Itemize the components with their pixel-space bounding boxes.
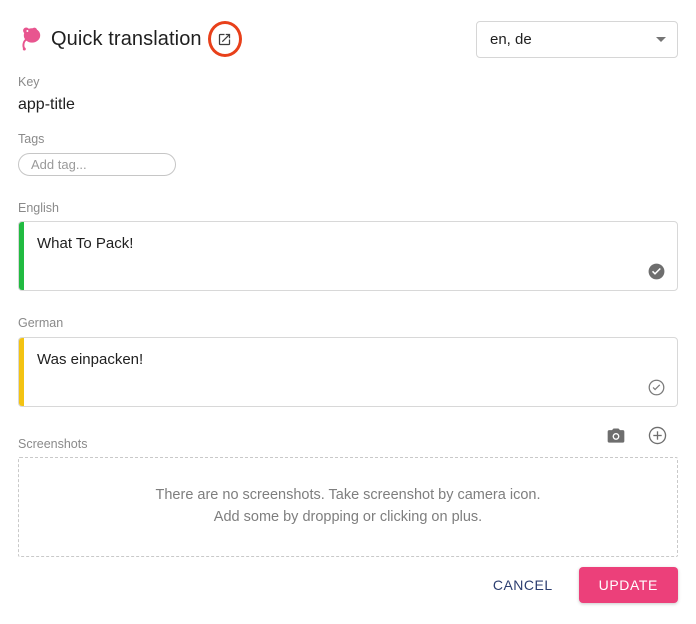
tolgee-logo-icon (20, 27, 42, 51)
dialog-actions: CANCEL UPDATE (483, 567, 678, 603)
add-tag-input[interactable]: Add tag... (18, 152, 176, 176)
translation-input-german[interactable]: Was einpacken! (18, 336, 678, 407)
language-select-value: en, de (490, 31, 532, 48)
translation-label-german: German (18, 316, 64, 331)
tags-field: Tags Add tag... (18, 133, 678, 176)
key-field: Key app-title (18, 76, 678, 113)
screenshots-header: Screenshots (18, 426, 678, 451)
quick-translation-dialog: Quick translation en, de Key app-title T… (0, 0, 696, 624)
screenshots-section: Screenshots There are no screenshots. Ta… (18, 426, 678, 557)
plus-circle-icon (648, 426, 666, 445)
title-block: Quick translation (20, 21, 242, 57)
translation-state-bar-german (19, 337, 24, 406)
camera-icon (607, 428, 625, 443)
check-circle-outline-icon[interactable] (647, 378, 666, 397)
translation-text-english: What To Pack! (37, 235, 134, 253)
screenshots-label: Screenshots (18, 436, 88, 451)
screenshots-dropzone[interactable]: There are no screenshots. Take screensho… (18, 456, 678, 557)
key-value: app-title (18, 95, 75, 113)
translation-field-german: German Was einpacken! (18, 317, 678, 407)
page-title: Quick translation (51, 28, 202, 50)
external-link-icon (219, 33, 231, 45)
screenshots-actions (605, 425, 668, 447)
screenshots-empty-line-2: Add some by dropping or clicking on plus… (213, 508, 483, 525)
screenshots-empty-text: There are no screenshots. Take screensho… (156, 485, 541, 529)
language-select[interactable]: en, de (476, 21, 678, 58)
translation-field-english: English What To Pack! (18, 202, 678, 292)
add-screenshot-button[interactable] (646, 425, 668, 447)
chevron-down-icon (656, 37, 666, 42)
translation-label-english: English (18, 200, 59, 215)
update-button[interactable]: UPDATE (578, 567, 678, 603)
translation-state-bar-english (19, 222, 24, 291)
screenshots-empty-line-1: There are no screenshots. Take screensho… (155, 486, 541, 503)
open-external-button[interactable] (207, 21, 242, 57)
cancel-button[interactable]: CANCEL (483, 569, 563, 601)
take-screenshot-button[interactable] (605, 425, 627, 447)
translation-text-german: Was einpacken! (37, 350, 144, 368)
check-circle-filled-icon[interactable] (647, 262, 666, 281)
translation-input-english[interactable]: What To Pack! (18, 221, 678, 292)
tags-label: Tags (18, 132, 45, 147)
